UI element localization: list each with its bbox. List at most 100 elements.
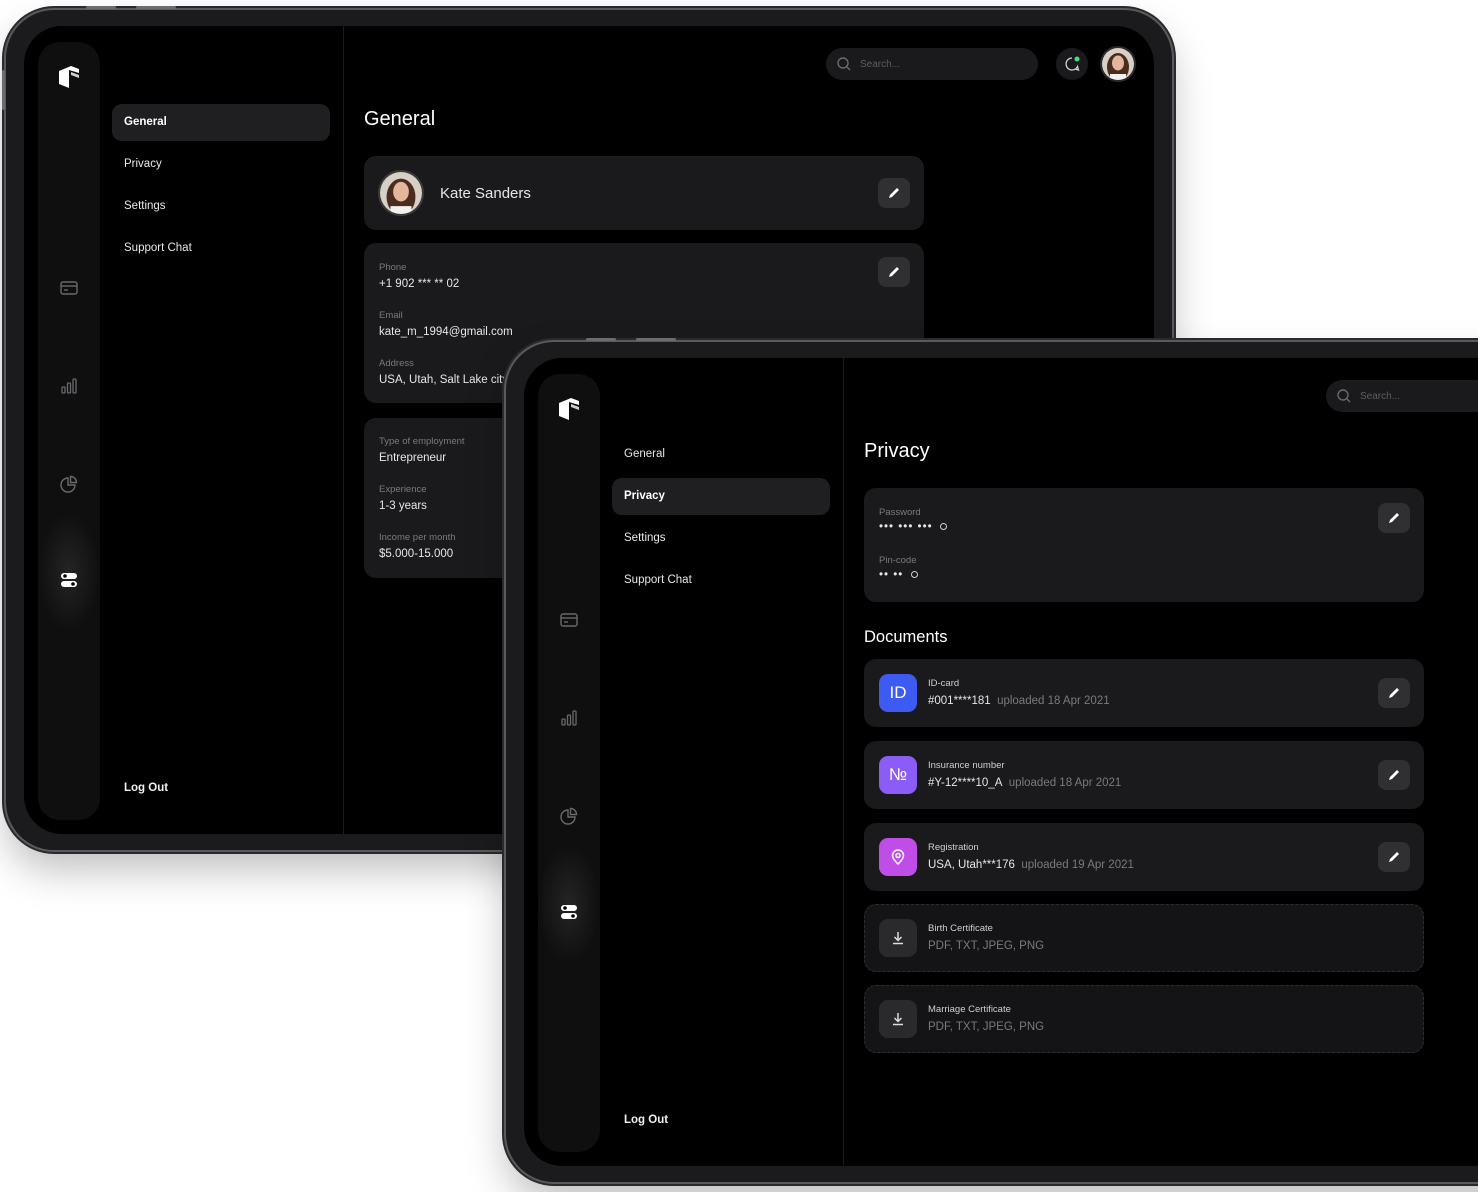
- pie-chart-icon[interactable]: [59, 474, 79, 494]
- upload-marriage-certificate[interactable]: Marriage Certificate PDF, TXT, JPEG, PNG: [864, 985, 1424, 1053]
- document-title: ID-card: [928, 678, 960, 689]
- chat-notification-icon: [1065, 56, 1080, 71]
- menu-item-support-chat[interactable]: Support Chat: [612, 562, 830, 599]
- logo-icon: [559, 398, 579, 420]
- document-number: USA, Utah***176: [928, 859, 1015, 871]
- income-label: Income per month: [379, 532, 456, 543]
- menu-item-privacy[interactable]: Privacy: [612, 478, 830, 515]
- page-title: General: [364, 108, 436, 130]
- document-value: #Y-12****10_A uploaded 18 Apr 2021: [928, 777, 1121, 789]
- pie-chart-icon[interactable]: [559, 806, 579, 826]
- icon-rail: [38, 42, 100, 820]
- password-value: ••• ••• •••: [879, 521, 947, 533]
- pin-label: Pin-code: [879, 555, 917, 566]
- phone-label: Phone: [379, 262, 407, 273]
- avatar[interactable]: [1100, 46, 1136, 82]
- menu-item-settings[interactable]: Settings: [612, 520, 830, 557]
- address-value: USA, Utah, Salt Lake city,: [379, 374, 511, 386]
- menu-item-privacy[interactable]: Privacy: [112, 146, 330, 183]
- pin-value: •• ••: [879, 569, 918, 581]
- document-registration: Registration USA, Utah***176 uploaded 19…: [864, 823, 1424, 891]
- password-label: Password: [879, 507, 921, 518]
- device-button: [86, 6, 116, 9]
- toggles-icon[interactable]: [559, 902, 579, 922]
- device-button: [636, 338, 676, 341]
- eye-icon[interactable]: [910, 571, 918, 578]
- pencil-icon: [1389, 770, 1399, 780]
- experience-label: Experience: [379, 484, 427, 495]
- employment-label: Type of employment: [379, 436, 465, 447]
- document-uploaded: uploaded 19 Apr 2021: [1021, 859, 1134, 871]
- download-icon: [879, 919, 917, 957]
- logout-link[interactable]: Log Out: [124, 782, 168, 794]
- document-uploaded: uploaded 18 Apr 2021: [1008, 777, 1122, 789]
- document-title: Insurance number: [928, 760, 1005, 771]
- notification-button[interactable]: [1056, 48, 1088, 80]
- device-button: [136, 6, 176, 9]
- search-input[interactable]: Search...: [1326, 380, 1478, 412]
- settings-menu: General Privacy Settings Support Chat Lo…: [600, 358, 844, 1166]
- edit-profile-button[interactable]: [878, 178, 910, 208]
- security-card: Password ••• ••• ••• Pin-code •• ••: [864, 488, 1424, 602]
- menu-item-settings[interactable]: Settings: [112, 188, 330, 225]
- location-pin-icon: [879, 838, 917, 876]
- settings-menu: General Privacy Settings Support Chat Lo…: [100, 26, 344, 834]
- pin-mask: •• ••: [879, 569, 904, 581]
- search-input[interactable]: Search...: [826, 48, 1038, 80]
- income-value: $5.000-15.000: [379, 548, 454, 560]
- card-icon[interactable]: [59, 278, 79, 298]
- search-icon: [837, 57, 851, 71]
- menu-item-general[interactable]: General: [112, 104, 330, 141]
- logout-link[interactable]: Log Out: [624, 1114, 668, 1126]
- tablet-privacy: General Privacy Settings Support Chat Lo…: [506, 338, 1478, 1182]
- bar-chart-icon[interactable]: [59, 376, 79, 396]
- main-content: Search... Privacy Password ••• ••• ••• P…: [844, 358, 1478, 1166]
- page-title: Privacy: [864, 440, 930, 462]
- edit-document-button[interactable]: [1378, 678, 1410, 708]
- edit-contact-button[interactable]: [878, 257, 910, 287]
- address-label: Address: [379, 358, 414, 369]
- toggles-icon[interactable]: [59, 570, 79, 590]
- icon-rail: [538, 374, 600, 1152]
- document-title: Marriage Certificate: [928, 1004, 1011, 1015]
- document-number: #001****181: [928, 695, 991, 707]
- pencil-icon: [1389, 513, 1399, 523]
- document-title: Birth Certificate: [928, 923, 993, 934]
- menu-item-general[interactable]: General: [612, 436, 830, 473]
- password-mask: ••• ••• •••: [879, 521, 933, 533]
- search-icon: [1337, 389, 1351, 403]
- menu-item-support-chat[interactable]: Support Chat: [112, 230, 330, 267]
- profile-card: Kate Sanders: [364, 156, 924, 230]
- document-insurance: № Insurance number #Y-12****10_A uploade…: [864, 741, 1424, 809]
- edit-document-button[interactable]: [1378, 842, 1410, 872]
- document-id-card: ID ID-card #001****181 uploaded 18 Apr 2…: [864, 659, 1424, 727]
- card-icon[interactable]: [559, 610, 579, 630]
- device-button: [586, 338, 616, 341]
- pencil-icon: [889, 267, 899, 277]
- screen: General Privacy Settings Support Chat Lo…: [524, 358, 1478, 1166]
- stage: General Privacy Settings Support Chat Lo…: [0, 0, 1478, 1192]
- document-value: #001****181 uploaded 18 Apr 2021: [928, 695, 1110, 707]
- edit-document-button[interactable]: [1378, 760, 1410, 790]
- search-placeholder: Search...: [860, 58, 901, 70]
- employment-value: Entrepreneur: [379, 452, 447, 464]
- bar-chart-icon[interactable]: [559, 708, 579, 728]
- document-value: USA, Utah***176 uploaded 19 Apr 2021: [928, 859, 1134, 871]
- documents-title: Documents: [864, 628, 948, 646]
- document-formats: PDF, TXT, JPEG, PNG: [928, 940, 1045, 952]
- phone-value: +1 902 *** ** 02: [379, 278, 460, 290]
- upload-birth-certificate[interactable]: Birth Certificate PDF, TXT, JPEG, PNG: [864, 904, 1424, 972]
- pencil-icon: [1389, 688, 1399, 698]
- eye-icon[interactable]: [939, 523, 947, 530]
- download-icon: [879, 1000, 917, 1038]
- search-placeholder: Search...: [1360, 390, 1401, 402]
- document-uploaded: uploaded 18 Apr 2021: [997, 695, 1110, 707]
- edit-security-button[interactable]: [1378, 503, 1410, 533]
- document-formats: PDF, TXT, JPEG, PNG: [928, 1021, 1045, 1033]
- document-number: #Y-12****10_A: [928, 777, 1003, 789]
- email-label: Email: [379, 310, 403, 321]
- pencil-icon: [1389, 852, 1399, 862]
- profile-avatar: [378, 170, 424, 216]
- id-card-icon: ID: [879, 674, 917, 712]
- experience-value: 1-3 years: [379, 500, 427, 512]
